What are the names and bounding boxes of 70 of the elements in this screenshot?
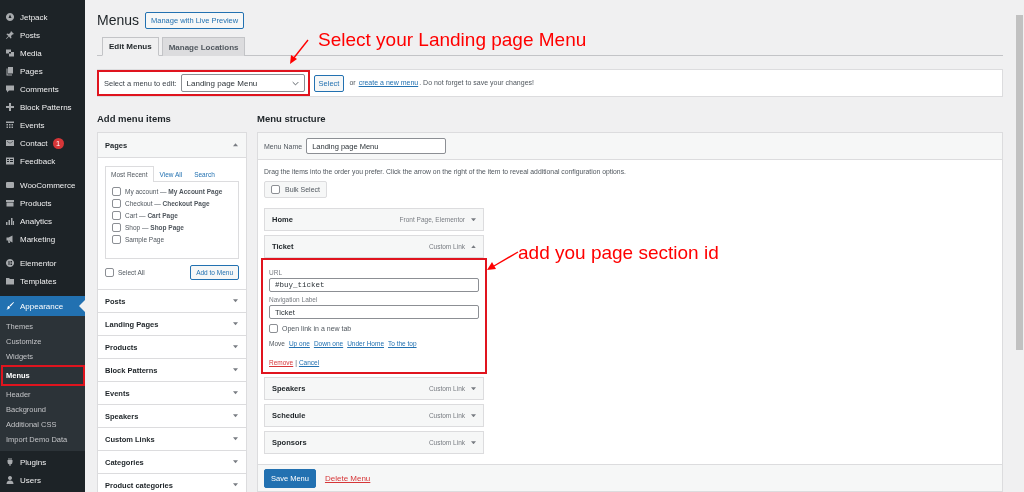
scrollbar-thumb[interactable]: [1016, 15, 1023, 350]
sidebar-item[interactable]: Pages: [0, 62, 85, 80]
media-icon: [5, 48, 15, 58]
pages-icon: [5, 66, 15, 76]
sidebar-item[interactable]: Plugins: [0, 453, 85, 471]
sidebar-item[interactable]: Block Patterns: [0, 98, 85, 116]
folder-icon: [5, 276, 15, 286]
checkbox[interactable]: [112, 211, 121, 220]
checkbox[interactable]: [271, 185, 280, 194]
annotation-arrow: [486, 251, 520, 271]
caret-down-icon: [233, 460, 238, 464]
user-icon: [5, 475, 15, 485]
paintbrush-icon: [5, 301, 15, 311]
sidebar-item[interactable]: Products: [0, 194, 85, 212]
caret-down-icon: [471, 217, 476, 222]
caret-down-icon: [233, 299, 238, 303]
sidebar-item[interactable]: Posts: [0, 26, 85, 44]
section-heading: Menu structure: [257, 113, 327, 126]
checkbox[interactable]: [112, 199, 121, 208]
delete-menu-link[interactable]: Delete Menu: [324, 473, 371, 483]
sidebar-item[interactable]: Jetpack: [0, 8, 85, 26]
sidebar-item[interactable]: Appearance: [0, 296, 85, 316]
annotation-text: Select your Landing page Menu: [318, 29, 587, 51]
annotation-arrow: [288, 39, 310, 65]
box-icon: [5, 198, 15, 208]
sidebar-item[interactable]: Users: [0, 471, 85, 489]
caret-down-icon: [233, 391, 238, 395]
checkbox[interactable]: [105, 268, 114, 277]
pin-icon: [5, 30, 15, 40]
speech-bubble-icon: [5, 84, 15, 94]
caret-down-icon: [233, 437, 238, 441]
checkbox[interactable]: [112, 235, 121, 244]
checkbox[interactable]: [112, 223, 121, 232]
caret-down-icon: [233, 322, 238, 326]
caret-down-icon: [471, 386, 476, 391]
caret-down-icon: [471, 440, 476, 445]
caret-down-icon: [233, 414, 238, 418]
annotation-text: add you page section id: [518, 242, 719, 264]
megaphone-icon: [5, 234, 15, 244]
sidebar-item[interactable]: WooCommerce: [0, 176, 85, 194]
caret-down-icon: [233, 345, 238, 349]
caret-up-icon: [471, 244, 476, 249]
caret-down-icon: [233, 368, 238, 372]
tab[interactable]: Edit Menus: [102, 37, 159, 56]
checkbox[interactable]: [269, 324, 278, 333]
caret-down-icon: [471, 413, 476, 418]
pointer-icon: [79, 300, 85, 312]
sidebar-item[interactable]: Elementor: [0, 254, 85, 272]
sidebar-item[interactable]: Comments: [0, 80, 85, 98]
sidebar-item[interactable]: Analytics: [0, 212, 85, 230]
checkbox[interactable]: [112, 187, 121, 196]
sidebar-item[interactable]: Marketing: [0, 230, 85, 248]
calendar-icon: [5, 120, 15, 130]
rounded-rect-icon: [5, 180, 15, 190]
sidebar-item[interactable]: Events: [0, 116, 85, 134]
page-title: Menus: [97, 12, 140, 28]
envelope-icon: [5, 138, 15, 148]
caret-up-icon: [233, 143, 238, 147]
caret-down-icon: [233, 483, 238, 487]
section-heading: Add menu items: [97, 113, 172, 126]
list-icon: [5, 156, 15, 166]
sidebar-item[interactable]: Feedback: [0, 152, 85, 170]
menu-dropdown[interactable]: Landing page Menu: [180, 74, 305, 92]
sidebar-item[interactable]: Media: [0, 44, 85, 62]
plus-icon: [5, 102, 15, 112]
sidebar-item[interactable]: Templates: [0, 272, 85, 290]
plug-icon: [5, 457, 15, 467]
bar-chart-icon: [5, 216, 15, 226]
tab[interactable]: Manage Locations: [161, 37, 246, 56]
chevron-down-icon: [291, 80, 299, 86]
